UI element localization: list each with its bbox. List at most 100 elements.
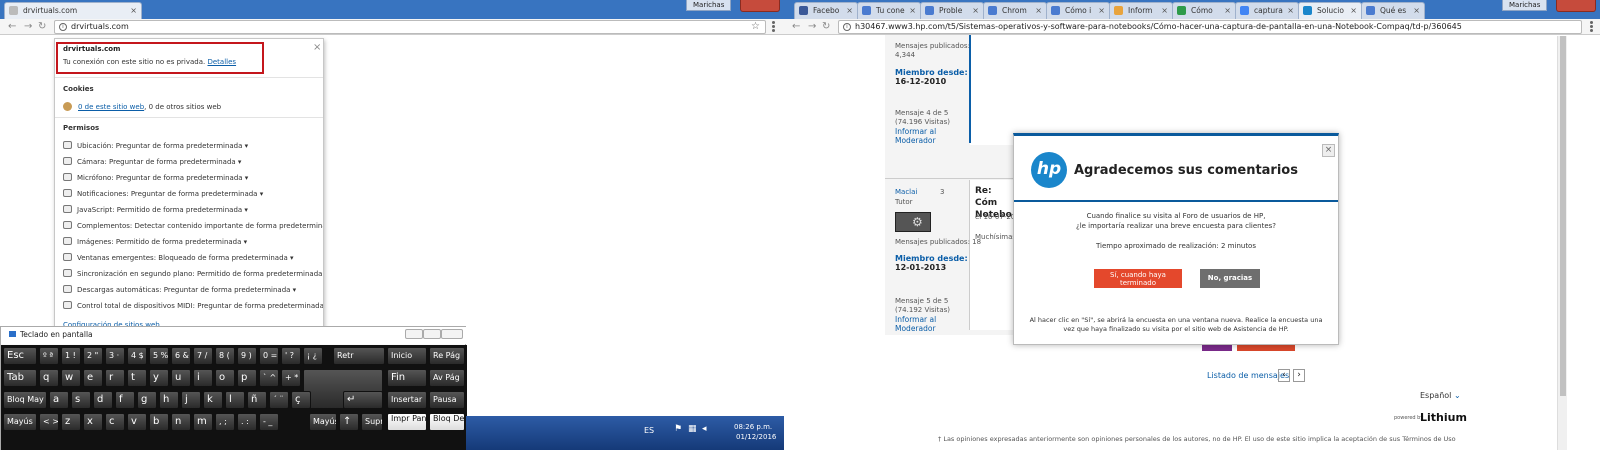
forward-icon[interactable]: → [24,20,32,34]
key-ç[interactable]: ç [291,391,311,409]
profile-button[interactable]: Marichas [1502,0,1548,11]
permission-select[interactable]: Preguntar de forma predeterminada [116,174,248,182]
key-esc[interactable]: Esc [3,347,37,365]
key-ñ[interactable]: ñ [247,391,267,409]
reload-icon[interactable]: ↻ [822,20,830,34]
key--[interactable]: ¡ ¿ [303,347,323,365]
key-k[interactable]: k [203,391,223,409]
permission-select[interactable]: Detectar contenido importante de forma p… [135,222,323,230]
forward-icon[interactable]: → [808,20,816,34]
key-retr[interactable]: Retr [333,347,385,365]
scrollbar[interactable] [1557,36,1567,450]
tray-network-icon[interactable]: ▦ [688,424,697,434]
key--[interactable]: ` ^ [259,369,279,387]
permission-select[interactable]: Permitido de forma predeterminada [116,238,247,246]
language-indicator[interactable]: ES [644,426,654,435]
back-icon[interactable]: ← [8,20,16,34]
key-may-s[interactable]: Mayús [309,413,337,431]
key-y[interactable]: y [149,369,169,387]
key-j[interactable]: j [181,391,201,409]
cookies-link[interactable]: 0 de este sitio web [78,103,144,111]
key--[interactable]: - _ [259,413,279,431]
key-bloq-may[interactable]: Bloq May [3,391,47,409]
browser-tab[interactable]: Chrom × [983,2,1047,19]
permission-select[interactable]: Preguntar de forma predeterminada [164,286,296,294]
key-tab[interactable]: Tab [3,369,37,387]
key-h[interactable]: h [159,391,179,409]
survey-no-button[interactable]: No, gracias [1200,269,1260,288]
permission-select[interactable]: Preguntar de forma predeterminada [109,158,241,166]
window-close-button[interactable] [740,0,780,12]
key-v[interactable]: v [127,413,147,431]
browser-tab[interactable]: Cómo × [1172,2,1236,19]
tray-flag-icon[interactable]: ⚑ [674,424,682,434]
browser-tab[interactable]: Tu cone × [857,2,921,19]
close-icon[interactable]: × [1350,3,1357,18]
key-a[interactable]: a [49,391,69,409]
clock-date[interactable]: 01/12/2016 [736,433,776,441]
key-pausa[interactable]: Pausa [429,391,465,409]
close-icon[interactable]: × [1161,3,1168,18]
scrollbar-thumb[interactable] [1560,36,1566,396]
permission-select[interactable]: Permitido de forma predeterminada [197,270,323,278]
close-icon[interactable]: × [846,3,853,18]
key-l[interactable]: l [225,391,245,409]
key-i[interactable]: i [193,369,213,387]
close-icon[interactable]: × [1224,3,1231,18]
tab-drvirtuals[interactable]: drvirtuals.com × [4,2,142,19]
address-bar[interactable]: i h30467.www3.hp.com/t5/Sistemas-operati… [838,20,1582,34]
close-icon[interactable]: × [1287,3,1294,18]
permission-select[interactable]: Preguntar de forma predeterminada [197,302,323,310]
key-2-[interactable]: 2 " [83,347,103,365]
close-icon[interactable]: × [313,42,321,53]
browser-tab[interactable]: Facebo × [794,2,858,19]
key--[interactable]: . : [237,413,257,431]
key-u[interactable]: u [171,369,191,387]
key-8-[interactable]: 8 ( [215,347,235,365]
key-r[interactable]: r [105,369,125,387]
window-close-button[interactable] [1556,0,1596,12]
profile-button[interactable]: Marichas [686,0,732,11]
key-bloq-despl[interactable]: Bloq Despl [429,413,465,431]
key-m[interactable]: m [193,413,213,431]
key-0-[interactable]: 0 = [259,347,279,365]
key-7-[interactable]: 7 / [193,347,213,365]
key-fin[interactable]: Fin [387,369,427,387]
info-icon[interactable]: i [59,23,67,31]
key-t[interactable]: t [127,369,147,387]
close-icon[interactable]: × [1413,3,1420,18]
key-f[interactable]: f [115,391,135,409]
permission-select[interactable]: Bloqueado de forma predeterminada [158,254,293,262]
maximize-button[interactable] [423,329,441,339]
permission-select[interactable]: Permitido de forma predeterminada [117,206,248,214]
close-icon[interactable]: × [1322,144,1335,157]
key--[interactable]: ↑ [339,413,359,431]
key--[interactable]: + * [281,369,301,387]
prev-icon[interactable]: ‹ [1278,369,1290,382]
address-bar[interactable]: i drvirtuals.com [54,20,766,34]
key-o[interactable]: o [215,369,235,387]
message-list-link[interactable]: Listado de mensajes [1207,371,1289,380]
permission-select[interactable]: Preguntar de forma predeterminada [131,190,263,198]
key-p[interactable]: p [237,369,257,387]
info-icon[interactable]: i [843,23,851,31]
key-s[interactable]: s [71,391,91,409]
tray-volume-icon[interactable]: ◂ [702,424,707,434]
browser-tab[interactable]: Qué es × [1361,2,1425,19]
key-re-p-g[interactable]: Re Pág [429,347,465,365]
language-select[interactable]: Español ⌄ [1420,391,1461,400]
key--[interactable]: º ª [39,347,59,365]
close-icon[interactable]: × [1035,3,1042,18]
post2-user[interactable]: Maclai [895,188,917,196]
survey-yes-button[interactable]: Sí, cuando haya terminado [1094,269,1182,288]
post2-report-link[interactable]: Informar al Moderador [895,315,955,333]
post1-report-link[interactable]: Informar al Moderador [895,127,955,145]
key-e[interactable]: e [83,369,103,387]
key-w[interactable]: w [61,369,81,387]
key-c[interactable]: c [105,413,125,431]
key-insertar[interactable]: Insertar [387,391,427,409]
key-z[interactable]: z [61,413,81,431]
key-x[interactable]: x [83,413,103,431]
close-icon[interactable]: × [909,3,916,18]
minimize-button[interactable] [405,329,423,339]
